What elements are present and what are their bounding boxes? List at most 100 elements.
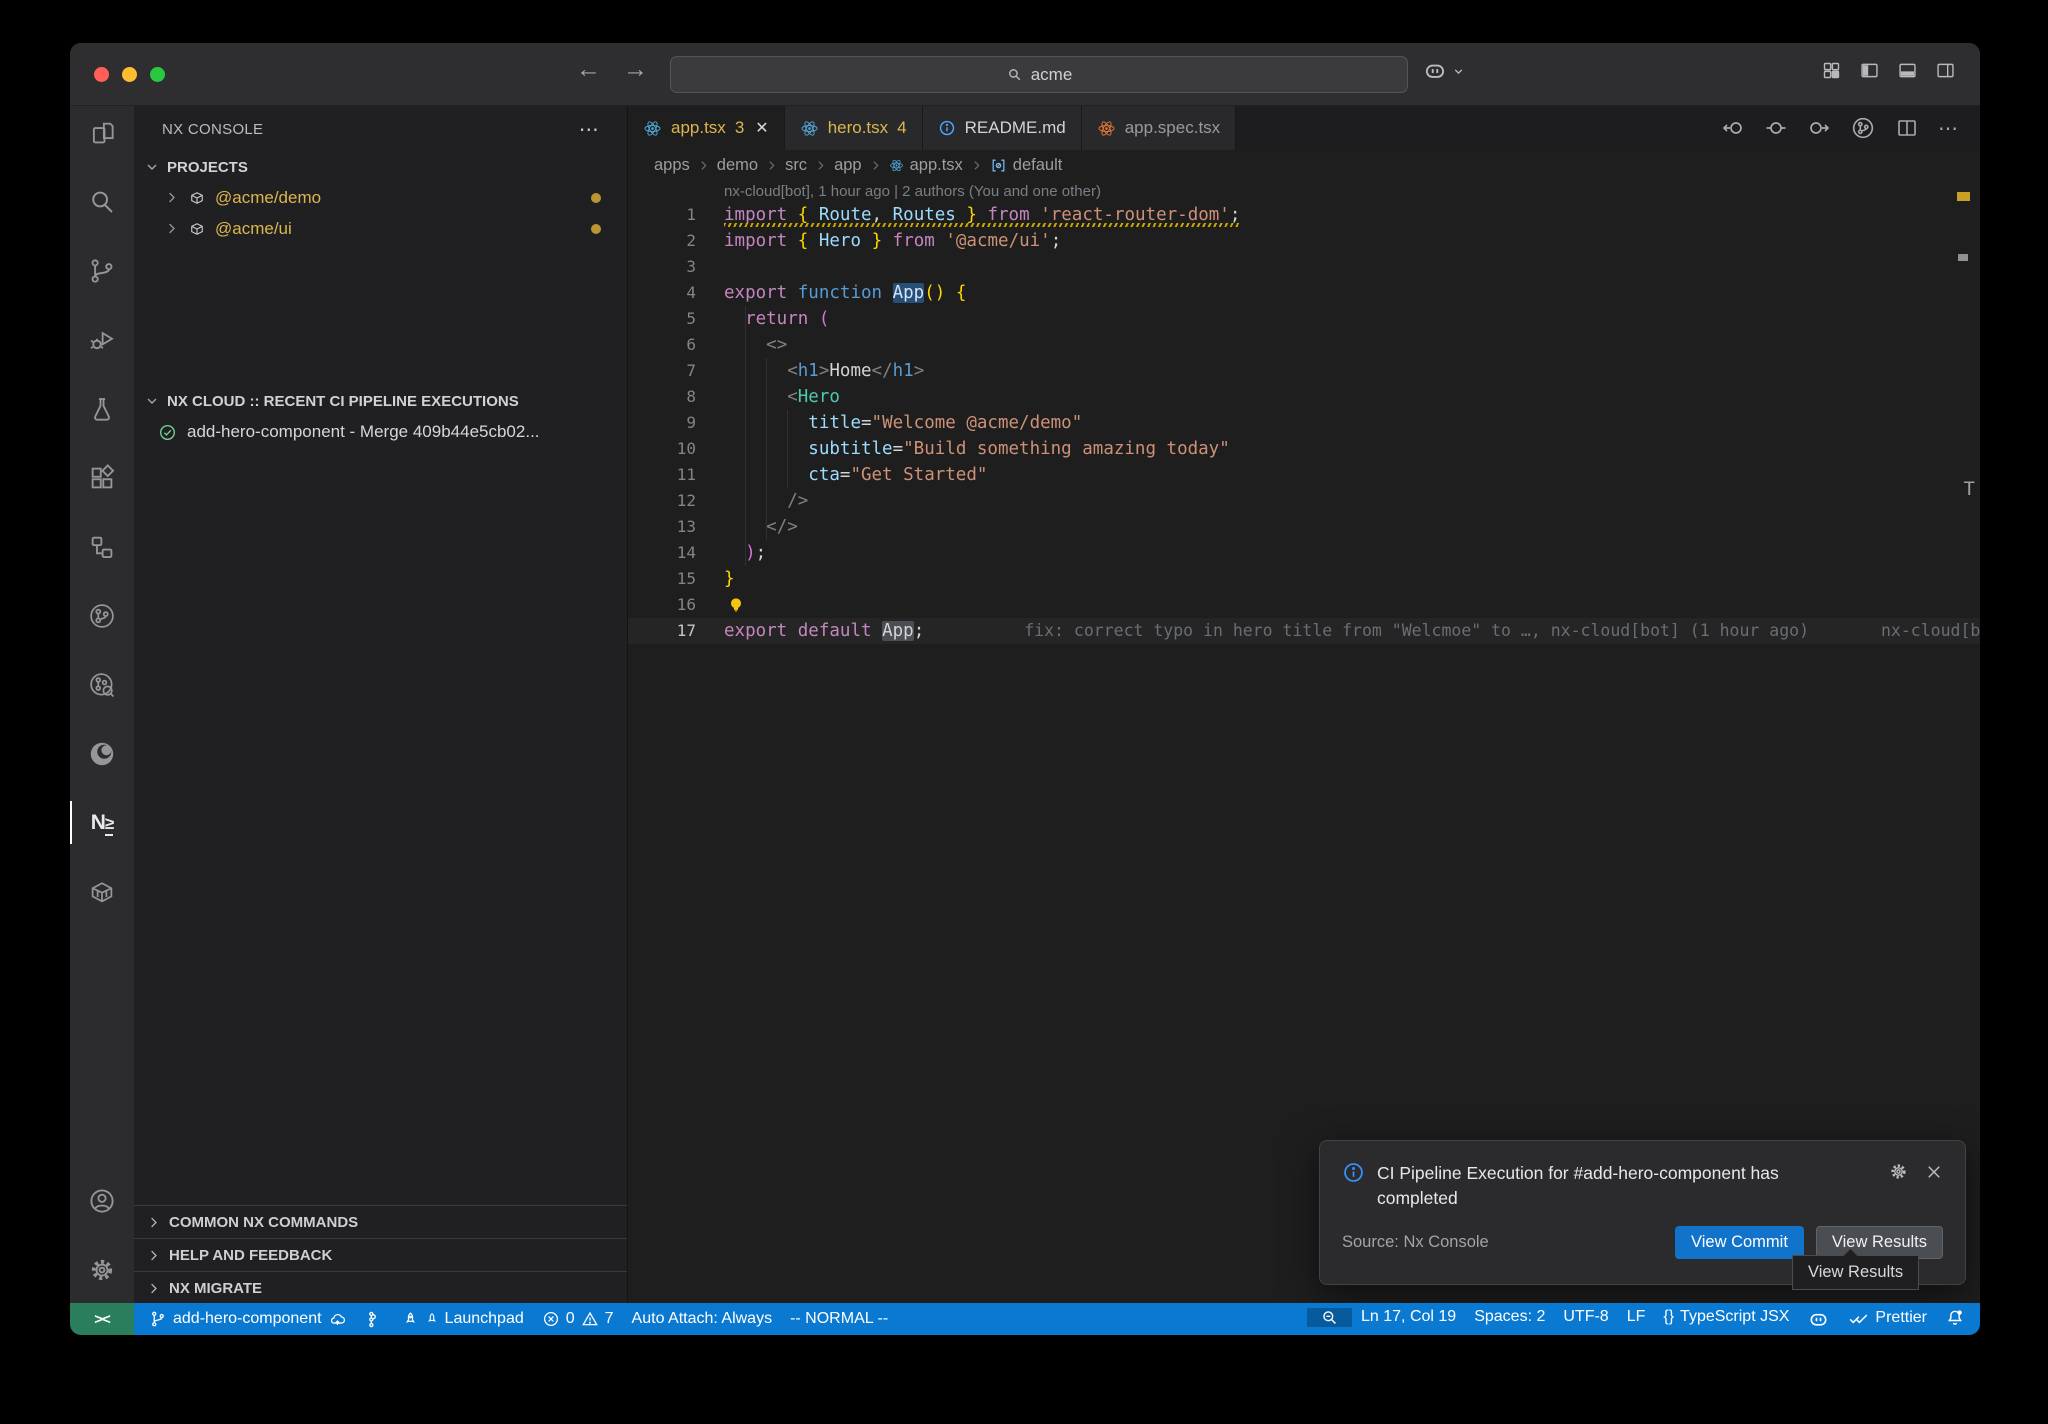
status-bar: >< add-hero-component — [70, 1303, 1980, 1335]
lightbulb-icon[interactable] — [726, 595, 746, 615]
code-line-6[interactable]: 6 <> — [628, 332, 1980, 358]
more-actions-icon[interactable]: ⋯ — [579, 117, 599, 142]
view-results-button[interactable]: View Results — [1816, 1226, 1943, 1259]
settings-gear-icon[interactable] — [70, 1235, 134, 1304]
indent-guide — [745, 306, 746, 566]
indentation-status-item[interactable]: Spaces: 2 — [1465, 1308, 1554, 1326]
project-item-@acme/demo[interactable]: @acme/demo — [134, 182, 627, 213]
breadcrumb-item-apps[interactable]: apps — [654, 156, 690, 175]
gitlens-forward-icon[interactable] — [1807, 116, 1831, 140]
eol-status-item[interactable]: LF — [1618, 1308, 1655, 1326]
accounts-icon[interactable] — [70, 1166, 134, 1235]
gitlens-search-icon[interactable] — [70, 650, 134, 719]
section-header-help-and-feedback[interactable]: HELP AND FEEDBACK — [134, 1238, 627, 1271]
git-graph-view-icon[interactable] — [1850, 115, 1876, 141]
gitlens-back-icon[interactable] — [1721, 116, 1745, 140]
language-status-item[interactable]: {} TypeScript JSX — [1654, 1308, 1798, 1326]
sidebar-title: NX CONSOLE — [162, 121, 263, 138]
breadcrumb-item-app.tsx[interactable]: app.tsx — [889, 156, 963, 175]
git-graph-icon[interactable] — [70, 581, 134, 650]
remote-indicator[interactable]: >< — [70, 1303, 134, 1335]
code-line-16[interactable]: 16 — [628, 592, 1980, 618]
code-line-5[interactable]: 5 return ( — [628, 306, 1980, 332]
encoding-status-item[interactable]: UTF-8 — [1554, 1308, 1617, 1326]
code-line-12[interactable]: 12 /> — [628, 488, 1980, 514]
section-header-common-nx-commands[interactable]: COMMON NX COMMANDS — [134, 1205, 627, 1238]
branch-status-item[interactable]: add-hero-component — [140, 1303, 356, 1335]
tab-app.spec.tsx[interactable]: app.spec.tsx — [1082, 106, 1236, 150]
source-control-icon[interactable] — [70, 236, 134, 305]
tab-README.md[interactable]: README.md — [923, 106, 1082, 150]
project-item-@acme/ui[interactable]: @acme/ui — [134, 213, 627, 244]
chevron-right-icon — [146, 1215, 161, 1230]
toggle-panel-left-icon[interactable] — [1859, 60, 1880, 81]
breadcrumb-item-demo[interactable]: demo — [717, 156, 758, 175]
copilot-status-icon[interactable] — [1798, 1308, 1839, 1331]
run-and-debug-icon[interactable] — [70, 305, 134, 374]
vim-mode-status-item[interactable]: -- NORMAL -- — [781, 1303, 897, 1335]
notification-close-icon[interactable] — [1925, 1163, 1943, 1181]
editor-more-actions-icon[interactable]: ⋯ — [1938, 116, 1958, 141]
zoom-window-button[interactable] — [150, 67, 165, 82]
code-line-13[interactable]: 13 </> — [628, 514, 1980, 540]
section-header-nx-migrate[interactable]: NX MIGRATE — [134, 1271, 627, 1304]
nx-console-icon[interactable]: N≥ — [70, 788, 134, 857]
explorer-icon[interactable] — [70, 98, 134, 167]
symbol-icon — [990, 157, 1007, 174]
tab-hero.tsx[interactable]: hero.tsx4 — [785, 106, 923, 150]
breadcrumb-item-src[interactable]: src — [785, 156, 807, 175]
toggle-panel-bottom-icon[interactable] — [1897, 60, 1918, 81]
extensions-icon[interactable] — [70, 443, 134, 512]
commit-graph-status-icon[interactable] — [356, 1303, 393, 1335]
line-number: 1 — [628, 202, 724, 228]
cursor-position-status-item[interactable]: Ln 17, Col 19 — [1352, 1308, 1465, 1326]
minimize-window-button[interactable] — [122, 67, 137, 82]
code-line-11[interactable]: 11 cta="Get Started" — [628, 462, 1980, 488]
code-text: subtitle="Build something amazing today" — [724, 436, 1230, 462]
breadcrumb-item-app[interactable]: app — [834, 156, 862, 175]
launchpad-status-item[interactable]: Launchpad — [393, 1303, 533, 1335]
history-back-button[interactable]: ← — [576, 55, 601, 84]
tab-app.tsx[interactable]: app.tsx3✕ — [628, 106, 785, 150]
code-line-10[interactable]: 10 subtitle="Build something amazing tod… — [628, 436, 1980, 462]
line-number: 5 — [628, 306, 724, 332]
search-view-icon[interactable] — [70, 167, 134, 236]
gitlens-current-icon[interactable] — [1764, 116, 1788, 140]
close-tab-icon[interactable]: ✕ — [755, 118, 768, 138]
containers-icon[interactable] — [70, 857, 134, 926]
breadcrumb-item-default[interactable]: default — [990, 156, 1063, 175]
code-line-3[interactable]: 3 — [628, 254, 1980, 280]
view-commit-button[interactable]: View Commit — [1675, 1226, 1804, 1259]
code-line-15[interactable]: 15} — [628, 566, 1980, 592]
code-line-8[interactable]: 8 <Hero — [628, 384, 1980, 410]
pipeline-execution-item[interactable]: add-hero-component - Merge 409b44e5cb02.… — [134, 416, 627, 448]
code-line-14[interactable]: 14 ); — [628, 540, 1980, 566]
projects-section-header[interactable]: PROJECTS — [134, 152, 627, 182]
toggle-panel-right-icon[interactable] — [1935, 60, 1956, 81]
testing-icon[interactable] — [70, 374, 134, 443]
line-number: 6 — [628, 332, 724, 358]
auto-attach-status-item[interactable]: Auto Attach: Always — [623, 1303, 782, 1335]
nx-console-sidebar: NX CONSOLE ⋯ PROJECTS @acme/demo@acme/ui… — [134, 106, 628, 1304]
close-window-button[interactable] — [94, 67, 109, 82]
code-line-4[interactable]: 4export function App() { — [628, 280, 1980, 306]
copilot-menu[interactable] — [1422, 58, 1465, 84]
command-center-search[interactable]: acme — [670, 56, 1408, 93]
line-number: 10 — [628, 436, 724, 462]
code-line-17[interactable]: 17export default App;fix: correct typo i… — [628, 618, 1980, 644]
history-forward-button[interactable]: → — [623, 55, 648, 84]
edge-tools-icon[interactable] — [70, 719, 134, 788]
code-line-9[interactable]: 9 title="Welcome @acme/demo" — [628, 410, 1980, 436]
code-line-1[interactable]: 1import { Route, Routes } from 'react-ro… — [628, 202, 1980, 228]
code-line-7[interactable]: 7 <h1>Home</h1> — [628, 358, 1980, 384]
split-editor-icon[interactable] — [1895, 116, 1919, 140]
customize-layout-icon[interactable] — [1821, 60, 1842, 81]
prettier-status-item[interactable]: Prettier — [1839, 1308, 1936, 1329]
project-hierarchy-icon[interactable] — [70, 512, 134, 581]
notifications-bell-icon[interactable] — [1936, 1308, 1974, 1328]
zoom-status-item[interactable] — [1307, 1308, 1352, 1327]
notification-settings-gear-icon[interactable] — [1888, 1161, 1909, 1182]
nx-cloud-section-header[interactable]: NX CLOUD :: RECENT CI PIPELINE EXECUTION… — [134, 386, 627, 416]
code-line-2[interactable]: 2import { Hero } from '@acme/ui'; — [628, 228, 1980, 254]
problems-status-item[interactable]: 0 7 — [533, 1303, 623, 1335]
